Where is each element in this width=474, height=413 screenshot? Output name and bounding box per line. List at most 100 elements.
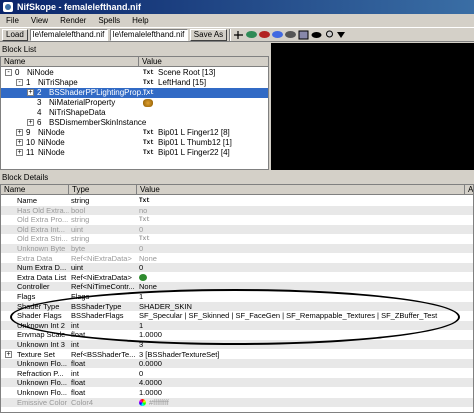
menu-file[interactable]: File [0, 14, 25, 27]
block-list-row[interactable]: -1 NiTriShape Txt LeftHand [15] [1, 78, 268, 88]
detail-row[interactable]: Old Extra Int... uint 0 [1, 224, 473, 234]
menu-spells[interactable]: Spells [92, 14, 126, 27]
detail-name: Old Extra Pro... [17, 215, 69, 225]
detail-row[interactable]: Extra Data Ref<NiExtraData> None [1, 254, 473, 263]
detail-value[interactable]: no [139, 206, 465, 215]
detail-value[interactable]: 0 [139, 244, 465, 253]
toolbar-separator [229, 28, 232, 41]
view-eye-red-icon[interactable] [259, 31, 271, 38]
save-as-button[interactable]: Save As [189, 28, 228, 41]
block-name: NiNode [38, 138, 65, 147]
detail-name: Emissive Color [17, 397, 68, 407]
view-eye-gray-icon[interactable] [285, 31, 297, 38]
detail-row[interactable]: + Texture Set Ref<BSShaderTe... 3 [BSShader… [1, 350, 473, 359]
detail-value[interactable]: #ffffffff [149, 398, 465, 407]
detail-row[interactable]: Extra Data List Ref<NiExtraData> [1, 273, 473, 282]
txt-icon: Txt [143, 129, 154, 136]
detail-type: Color4 [71, 397, 94, 407]
block-value: Bip01 L Finger12 [8] [158, 128, 230, 137]
menu-view[interactable]: View [25, 14, 54, 27]
tree-expander-icon[interactable]: + [27, 119, 34, 126]
render-viewport[interactable] [271, 43, 474, 170]
detail-row[interactable]: Unknown Flo... float 4.0000 [1, 378, 473, 388]
eye-black-icon[interactable] [311, 30, 322, 40]
detail-value[interactable]: None [139, 254, 465, 263]
col-header-type[interactable]: Type [69, 185, 137, 195]
block-value: Bip01 L Thumb12 [1] [158, 138, 232, 147]
block-number: 4 [37, 108, 42, 117]
load-button[interactable]: Load [2, 28, 28, 41]
save-path-input[interactable]: le\femalelefthand.nif [109, 28, 188, 41]
view-eye-green-icon[interactable] [246, 31, 258, 38]
block-list-row[interactable]: 4 NiTriShapeData [1, 108, 268, 118]
color-wheel-icon[interactable] [139, 398, 146, 406]
tree-expander-icon[interactable]: - [16, 79, 23, 86]
dropdown-arrow-icon[interactable] [337, 31, 346, 38]
block-list-row[interactable]: -0 NiNode Txt Scene Root [13] [1, 68, 268, 78]
detail-row[interactable]: Refraction P... int 0 [1, 369, 473, 378]
detail-type: uint [71, 263, 84, 273]
box-icon[interactable] [298, 30, 309, 40]
menu-render[interactable]: Render [54, 14, 92, 27]
detail-row[interactable]: Unknown Flo... float 1.0000 [1, 388, 473, 397]
col-header-value[interactable]: Value [137, 185, 465, 195]
detail-row[interactable]: Unknown Byte byte 0 [1, 244, 473, 253]
detail-row[interactable]: Name string Txt [1, 196, 473, 205]
col-header-arg[interactable]: Ar [465, 185, 473, 195]
light-icon[interactable] [324, 30, 335, 40]
detail-value[interactable]: Txt [139, 196, 465, 205]
detail-row[interactable]: Emissive Color Color4 #ffffffff [1, 397, 473, 407]
detail-row[interactable]: Old Extra Pro... string Txt [1, 215, 473, 224]
tree-expander-icon[interactable]: + [16, 129, 23, 136]
detail-row[interactable]: Num Extra D... uint 0 [1, 263, 473, 273]
detail-value[interactable]: 4.0000 [139, 378, 465, 387]
nifskope-window: NifSkope - femalelefthand.nif File View … [0, 0, 474, 413]
tree-expander-icon[interactable]: + [27, 89, 34, 96]
block-list-tree[interactable]: Name Value -0 NiNode Txt Scene Root [13] -1 N… [0, 56, 269, 170]
detail-value[interactable]: 3 [BSShaderTextureSet] [139, 350, 465, 359]
detail-value[interactable]: 1.0000 [139, 388, 465, 397]
detail-type: byte [71, 244, 86, 253]
detail-value[interactable]: 0 [139, 369, 465, 378]
block-name: NiTriShape [38, 78, 78, 87]
menu-help[interactable]: Help [126, 14, 154, 27]
detail-value[interactable]: Txt [139, 234, 465, 243]
detail-row[interactable]: Old Extra Stri... string Txt [1, 234, 473, 243]
tree-expander-icon[interactable]: - [5, 69, 12, 76]
detail-value[interactable]: 0.0000 [139, 359, 465, 368]
detail-name: Has Old Extra... [17, 205, 69, 215]
block-list-row[interactable]: 3 NiMaterialProperty [1, 98, 268, 108]
detail-type: string [71, 196, 90, 205]
block-name: NiMaterialProperty [49, 98, 116, 107]
detail-name: Name [17, 196, 38, 205]
detail-value[interactable]: 0 [139, 263, 465, 272]
block-list-row[interactable]: +6 BSDismemberSkinInstance [1, 118, 268, 128]
block-value: Scene Root [13] [158, 68, 216, 77]
tree-expander-icon[interactable]: + [16, 149, 23, 156]
detail-type: Ref<BSShaderTe... [71, 349, 136, 359]
block-value: LeftHand [15] [158, 78, 207, 87]
block-list-row[interactable]: +11 NiNode Txt Bip01 L Finger22 [4] [1, 148, 268, 158]
detail-type: float [71, 359, 86, 369]
detail-row[interactable]: Has Old Extra... bool no [1, 205, 473, 215]
detail-row[interactable]: Unknown Flo... float 0.0000 [1, 359, 473, 369]
col-header-name[interactable]: Name [1, 57, 139, 67]
block-list-title: Block List [0, 44, 269, 55]
detail-name: Num Extra D... [17, 263, 67, 273]
block-number: 0 [15, 68, 20, 77]
view-eye-blue-icon[interactable] [272, 31, 284, 38]
col-header-value[interactable]: Value [139, 57, 268, 67]
tree-expander-icon[interactable]: + [16, 139, 23, 146]
arrows-icon[interactable] [233, 30, 244, 40]
detail-value[interactable]: 0 [139, 225, 465, 234]
app-icon [3, 2, 13, 12]
block-list-row[interactable]: +2 BSShaderPPLightingProp... Txt [1, 88, 268, 98]
tree-expander-icon[interactable]: + [5, 350, 12, 358]
block-number: 1 [26, 78, 31, 87]
load-path-input[interactable]: le\femalelefthand.nif [29, 28, 108, 41]
detail-name: Unknown Flo... [17, 378, 68, 388]
detail-value[interactable]: Txt [139, 215, 465, 224]
block-list-row[interactable]: +9 NiNode Txt Bip01 L Finger12 [8] [1, 128, 268, 138]
block-list-row[interactable]: +10 NiNode Txt Bip01 L Thumb12 [1] [1, 138, 268, 148]
col-header-name[interactable]: Name [1, 185, 69, 195]
